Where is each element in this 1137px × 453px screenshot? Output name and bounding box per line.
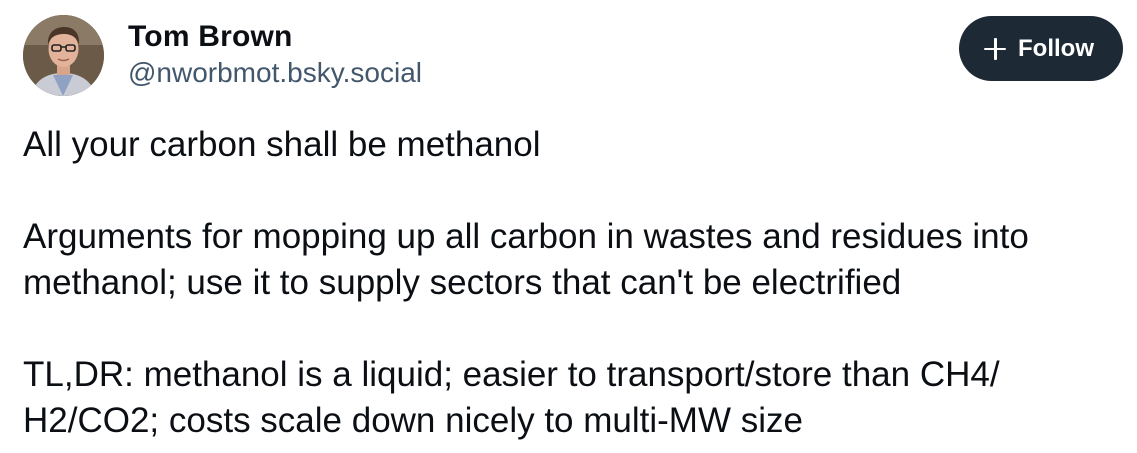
post-paragraph: Arguments for mopping up all carbon in w… — [23, 217, 1029, 302]
post-text: All your carbon shall be methanol Argume… — [23, 122, 1123, 444]
post-paragraph: TL,DR: methanol is a liquid; easier to t… — [23, 355, 1000, 440]
post-header: Tom Brown @nworbmot.bsky.social Follow — [23, 15, 1123, 97]
author-display-name[interactable]: Tom Brown — [128, 19, 422, 55]
follow-button-label: Follow — [1018, 34, 1094, 62]
follow-button[interactable]: Follow — [959, 16, 1123, 81]
user-avatar-icon — [23, 15, 104, 96]
plus-icon — [984, 37, 1006, 60]
post-card: Tom Brown @nworbmot.bsky.social Follow A… — [0, 0, 1137, 453]
author-info: Tom Brown @nworbmot.bsky.social — [128, 19, 422, 91]
author-handle[interactable]: @nworbmot.bsky.social — [128, 55, 422, 91]
avatar[interactable] — [23, 15, 104, 96]
post-paragraph: All your carbon shall be methanol — [23, 125, 541, 164]
